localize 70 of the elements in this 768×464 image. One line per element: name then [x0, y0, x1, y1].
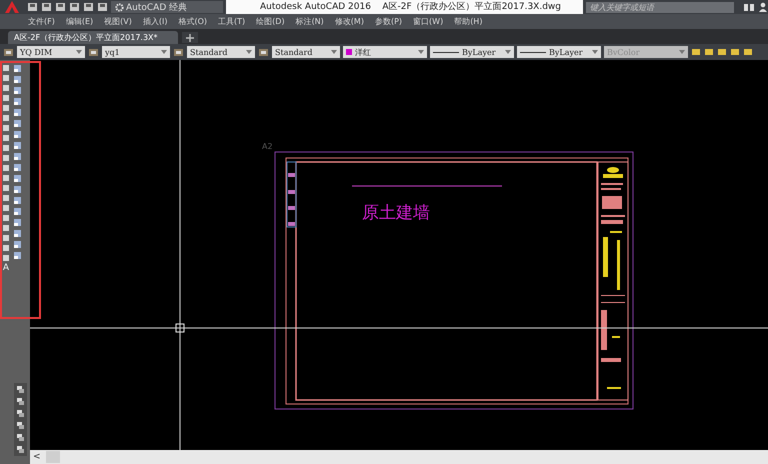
menu-item[interactable]: 编辑(E) [66, 16, 94, 27]
binoculars-icon[interactable] [743, 2, 755, 12]
dropdown-field[interactable]: yq1 [102, 46, 170, 58]
tool-icon[interactable] [13, 97, 22, 106]
caret-icon [679, 50, 685, 54]
tool-icon[interactable] [13, 152, 22, 161]
tool-icon[interactable] [13, 130, 22, 139]
menu-item[interactable]: 插入(I) [142, 16, 168, 27]
scroll-left-arrow[interactable]: < [30, 452, 44, 462]
drawing-canvas[interactable]: A2 原土建墙 [30, 60, 768, 450]
search-field[interactable]: 键入关键字或短语 [586, 2, 734, 12]
tool-icon[interactable] [13, 218, 22, 227]
dropdown-field[interactable]: ByLayer [517, 46, 601, 58]
dropdown-field[interactable]: Standard [187, 46, 255, 58]
caret-icon [592, 50, 598, 54]
menu-item[interactable]: 参数(P) [374, 16, 402, 27]
tool-icon[interactable] [13, 196, 22, 205]
menu-item[interactable]: 格式(O) [178, 16, 208, 27]
quick-access-icon[interactable] [27, 2, 38, 12]
menu-item[interactable]: 帮助(H) [454, 16, 482, 27]
caret-icon [246, 50, 252, 54]
menu-item[interactable]: 窗口(W) [413, 16, 444, 27]
dropdown-field[interactable]: Standard [272, 46, 340, 58]
tool-icon[interactable] [13, 174, 22, 183]
quick-access-icon[interactable] [97, 2, 108, 12]
quick-access-icon[interactable] [69, 2, 80, 12]
caret-icon [76, 50, 82, 54]
user-icon[interactable] [758, 2, 768, 12]
tool-icon[interactable] [13, 86, 22, 95]
tool-icon[interactable] [13, 185, 22, 194]
style-icon[interactable] [3, 46, 14, 58]
tool-icon[interactable] [13, 229, 22, 238]
caret-icon [505, 50, 511, 54]
window-title: Autodesk AutoCAD 2016 A区-2F（行政办公区）平立面2017.3X.dwg [226, 0, 583, 14]
quick-access-icon[interactable] [83, 2, 94, 12]
style-icon[interactable] [173, 46, 184, 58]
tool-icon[interactable] [13, 75, 22, 84]
caret-icon [331, 50, 337, 54]
tool-icon[interactable] [13, 207, 22, 216]
tool-icon[interactable] [13, 108, 22, 117]
menu-item[interactable]: 标注(N) [296, 16, 324, 27]
style-icon[interactable] [258, 46, 269, 58]
dropdown-field[interactable]: ByLayer [430, 46, 514, 58]
caret-icon [161, 50, 167, 54]
sheet-label: A2 [262, 142, 273, 151]
tool-icon[interactable] [13, 240, 22, 249]
scroll-thumb[interactable] [46, 451, 60, 463]
caret-icon [418, 50, 424, 54]
menu-item[interactable]: 工具(T) [218, 16, 246, 27]
drawing-note: 原土建墙 [362, 203, 430, 223]
dropdown-field[interactable]: 洋红 [343, 46, 427, 58]
menu-item[interactable]: 视图(V) [104, 16, 132, 27]
menu-item[interactable]: 绘图(D) [256, 16, 285, 27]
quick-access-icon[interactable] [41, 2, 52, 12]
tool-icon[interactable] [13, 64, 22, 73]
text-tool-glyph[interactable]: A [2, 264, 10, 273]
file-tab[interactable]: A区-2F（行政办公区）平立面2017.3X* [8, 31, 178, 44]
new-tab-button[interactable] [182, 32, 198, 43]
horizontal-scrollbar[interactable]: < [30, 450, 768, 464]
tool-icon[interactable] [13, 251, 22, 260]
style-icon[interactable] [88, 46, 99, 58]
dropdown-field[interactable]: YQ DIM [17, 46, 85, 58]
quick-access-icon[interactable] [55, 2, 66, 12]
tool-icon[interactable] [13, 119, 22, 128]
workspace-dropdown[interactable]: AutoCAD 经典 [111, 1, 223, 13]
gear-icon [115, 2, 124, 12]
menu-item[interactable]: 文件(F) [28, 16, 55, 27]
tool-icon[interactable] [13, 163, 22, 172]
menu-item[interactable]: 修改(M) [334, 16, 364, 27]
tool-icon[interactable] [13, 141, 22, 150]
